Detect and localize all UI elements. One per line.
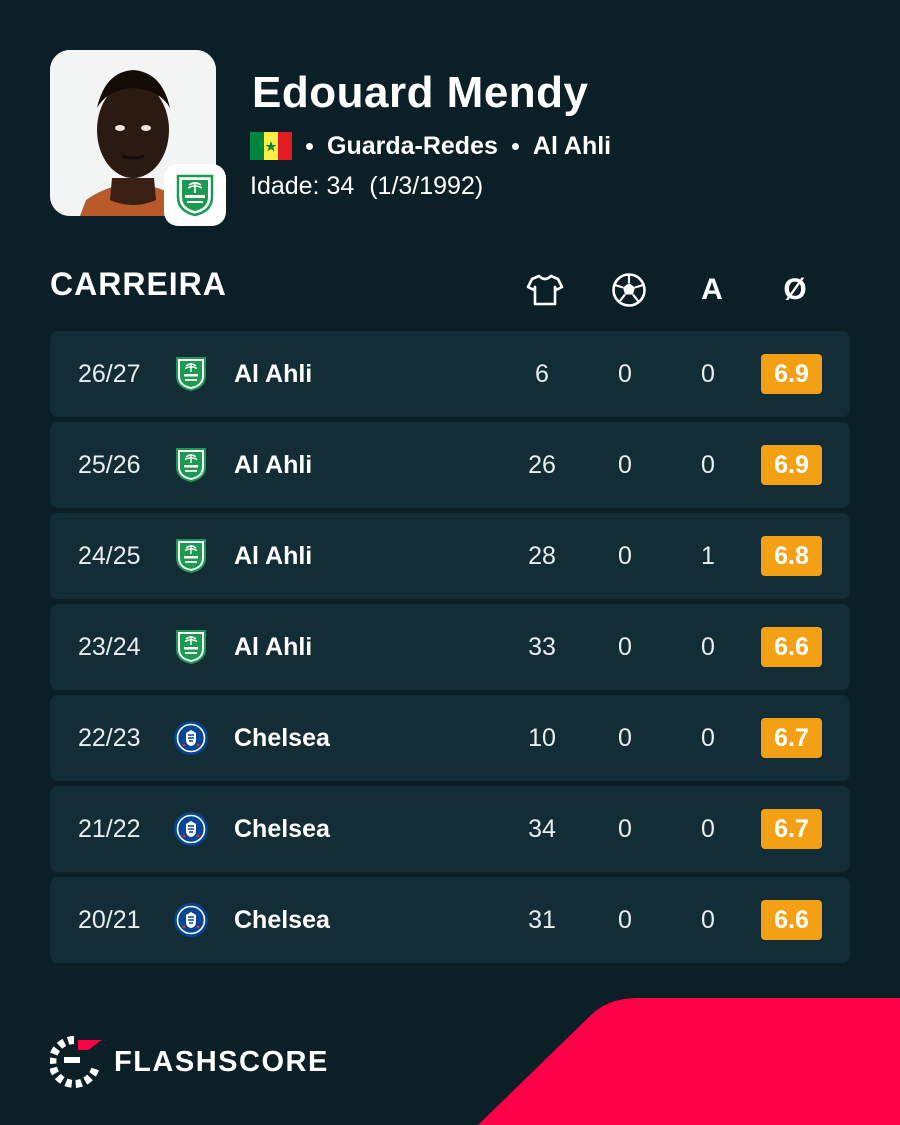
appearances-value: 28 bbox=[528, 541, 556, 570]
rating-badge: 6.9 bbox=[761, 354, 822, 394]
player-meta: Guarda-Redes Al Ahli bbox=[250, 128, 625, 164]
appearances-value: 6 bbox=[535, 359, 549, 388]
al-ahli-logo-icon bbox=[175, 356, 207, 392]
player-club: Al Ahli bbox=[532, 131, 612, 160]
assists-value: 1 bbox=[701, 541, 715, 570]
assists-value: 0 bbox=[701, 905, 715, 934]
team-logo bbox=[173, 695, 209, 781]
assists-column-header: A bbox=[701, 273, 723, 306]
team-name: Al Ahli bbox=[234, 541, 313, 570]
season-label: 25/26 bbox=[78, 450, 141, 479]
senegal-flag-icon bbox=[250, 132, 292, 160]
accent-shape bbox=[478, 998, 900, 1125]
assists-value: 0 bbox=[701, 359, 715, 388]
goals-value: 0 bbox=[618, 905, 632, 934]
player-age: Idade: 34 (1/3/1992) bbox=[250, 172, 491, 201]
flashscore-logo: FLASHSCORE bbox=[50, 1036, 329, 1088]
team-name: Al Ahli bbox=[234, 359, 313, 388]
team-logo bbox=[173, 422, 209, 508]
assists-value: 0 bbox=[701, 450, 715, 479]
al-ahli-logo-icon bbox=[176, 174, 214, 217]
separator-dot bbox=[511, 142, 519, 150]
football-icon bbox=[612, 273, 646, 307]
season-label: 21/22 bbox=[78, 814, 141, 843]
rating-column-header: Ø bbox=[783, 273, 807, 306]
team-name: Chelsea bbox=[234, 814, 330, 843]
goals-column-header bbox=[607, 270, 651, 310]
goals-value: 0 bbox=[618, 359, 632, 388]
career-list: 26/27 Al Ahli 6 0 0 6.9 25/26 Al Ahli 26 0 0 6.9 24/… bbox=[50, 331, 850, 968]
team-logo bbox=[173, 604, 209, 690]
team-name: Chelsea bbox=[234, 905, 330, 934]
team-name: Al Ahli bbox=[234, 450, 313, 479]
brand-name: FLASHSCORE bbox=[114, 1045, 329, 1078]
rating-badge: 6.7 bbox=[761, 809, 822, 849]
rating-badge: 6.9 bbox=[761, 445, 822, 485]
player-position: Guarda-Redes bbox=[327, 131, 498, 160]
goals-value: 0 bbox=[618, 450, 632, 479]
career-row: 23/24 Al Ahli 33 0 0 6.6 bbox=[50, 604, 850, 690]
assists-value: 0 bbox=[701, 723, 715, 752]
rating-badge: 6.7 bbox=[761, 718, 822, 758]
assists-value: 0 bbox=[701, 814, 715, 843]
team-name: Al Ahli bbox=[234, 632, 313, 661]
al-ahli-logo-icon bbox=[175, 629, 207, 665]
season-label: 24/25 bbox=[78, 541, 141, 570]
assists-value: 0 bbox=[701, 632, 715, 661]
chelsea-logo-icon bbox=[173, 811, 209, 847]
appearances-value: 26 bbox=[528, 450, 556, 479]
jersey-icon bbox=[526, 274, 564, 306]
season-label: 22/23 bbox=[78, 723, 141, 752]
goals-value: 0 bbox=[618, 541, 632, 570]
appearances-value: 34 bbox=[528, 814, 556, 843]
career-row: 25/26 Al Ahli 26 0 0 6.9 bbox=[50, 422, 850, 508]
team-logo bbox=[173, 786, 209, 872]
rating-badge: 6.8 bbox=[761, 536, 822, 576]
chelsea-logo-icon bbox=[173, 902, 209, 938]
rating-badge: 6.6 bbox=[761, 900, 822, 940]
goals-value: 0 bbox=[618, 632, 632, 661]
appearances-value: 10 bbox=[528, 723, 556, 752]
al-ahli-logo-icon bbox=[175, 538, 207, 574]
career-row: 22/23 Chelsea 10 0 0 6.7 bbox=[50, 695, 850, 781]
career-row: 26/27 Al Ahli 6 0 0 6.9 bbox=[50, 331, 850, 417]
career-row: 21/22 Chelsea 34 0 0 6.7 bbox=[50, 786, 850, 872]
team-name: Chelsea bbox=[234, 723, 330, 752]
rating-badge: 6.6 bbox=[761, 627, 822, 667]
goals-value: 0 bbox=[618, 723, 632, 752]
career-row: 24/25 Al Ahli 28 0 1 6.8 bbox=[50, 513, 850, 599]
age-label: Idade: 34 bbox=[250, 172, 355, 200]
section-title: CARREIRA bbox=[50, 266, 227, 302]
player-name: Edouard Mendy bbox=[252, 68, 589, 117]
season-label: 20/21 bbox=[78, 905, 141, 934]
team-logo bbox=[173, 331, 209, 417]
al-ahli-logo-icon bbox=[175, 447, 207, 483]
chelsea-logo-icon bbox=[173, 720, 209, 756]
career-row: 20/21 Chelsea 31 0 0 6.6 bbox=[50, 877, 850, 963]
team-logo bbox=[173, 513, 209, 599]
goals-value: 0 bbox=[618, 814, 632, 843]
appearances-value: 31 bbox=[528, 905, 556, 934]
appearances-value: 33 bbox=[528, 632, 556, 661]
season-label: 26/27 bbox=[78, 359, 141, 388]
flashscore-logo-icon bbox=[50, 1036, 102, 1088]
separator-dot bbox=[306, 142, 313, 150]
club-badge bbox=[164, 164, 226, 226]
birth-date: (1/3/1992) bbox=[369, 172, 484, 200]
appearances-column-header bbox=[523, 270, 567, 310]
season-label: 23/24 bbox=[78, 632, 141, 661]
team-logo bbox=[173, 877, 209, 963]
